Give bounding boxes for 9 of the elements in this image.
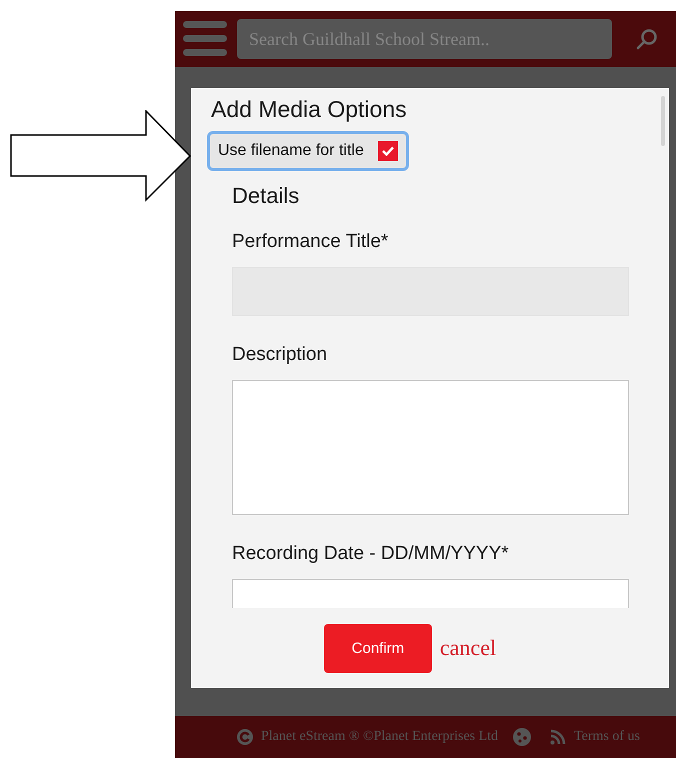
field-label: Description [232,344,328,366]
dialog-title: Add Media Options [211,96,407,123]
cancel-link[interactable]: cancel [440,635,496,661]
field-label: Performance Title* [232,231,390,253]
field-label: Recording Date - DD/MM/YYYY* [232,543,510,565]
section-heading: Details [232,183,300,209]
copyright-text: Planet eStream ® ©Planet Enterprises Ltd [261,729,498,745]
confirm-button[interactable]: Confirm [324,624,432,672]
use-filename-option[interactable]: Use filename for title [207,131,409,171]
